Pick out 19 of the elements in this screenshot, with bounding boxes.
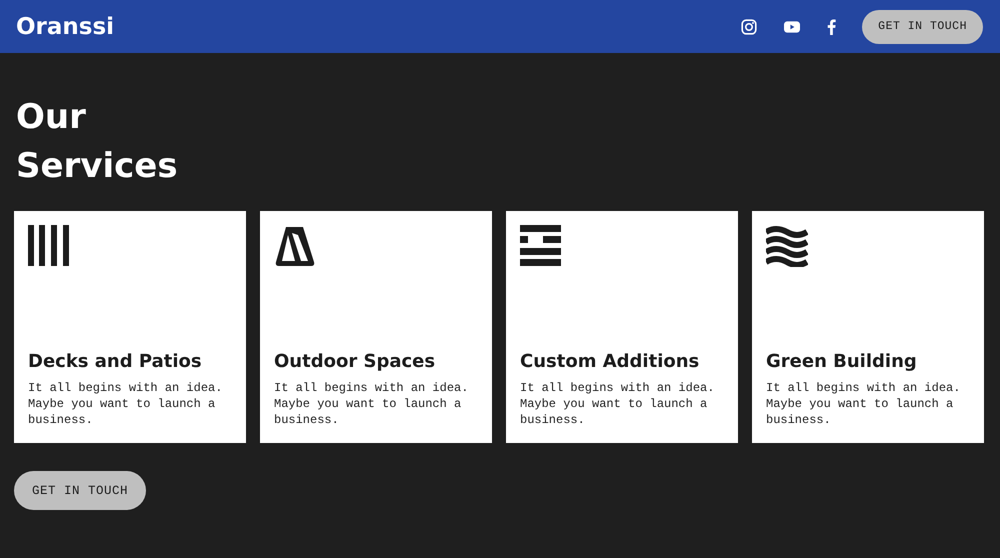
tent-icon [274,225,316,267]
vertical-bars-icon [28,225,70,267]
get-in-touch-button[interactable]: GET IN TOUCH [862,10,983,44]
card-title: Outdoor Spaces [274,351,436,372]
card-description: It all begins with an idea. Maybe you want to launch a business. [28,380,224,428]
facebook-icon[interactable] [827,18,836,34]
get-in-touch-button[interactable]: GET IN TOUCH [14,471,146,510]
instagram-icon[interactable] [741,18,758,34]
site-logo[interactable]: Oranssi [16,14,114,40]
youtube-icon[interactable] [784,20,800,32]
waves-icon [766,225,808,267]
horizontal-lines-icon [520,225,562,267]
card-description: It all begins with an idea. Maybe you want to launch a business. [274,380,470,428]
card-title: Green Building [766,351,918,372]
section-title: Our Services [16,96,179,188]
card-description: It all begins with an idea. Maybe you want to launch a business. [766,380,962,428]
card-description: It all begins with an idea. Maybe you want to launch a business. [520,380,716,428]
card-title: Custom Additions [520,351,700,372]
card-title: Decks and Patios [28,351,203,372]
